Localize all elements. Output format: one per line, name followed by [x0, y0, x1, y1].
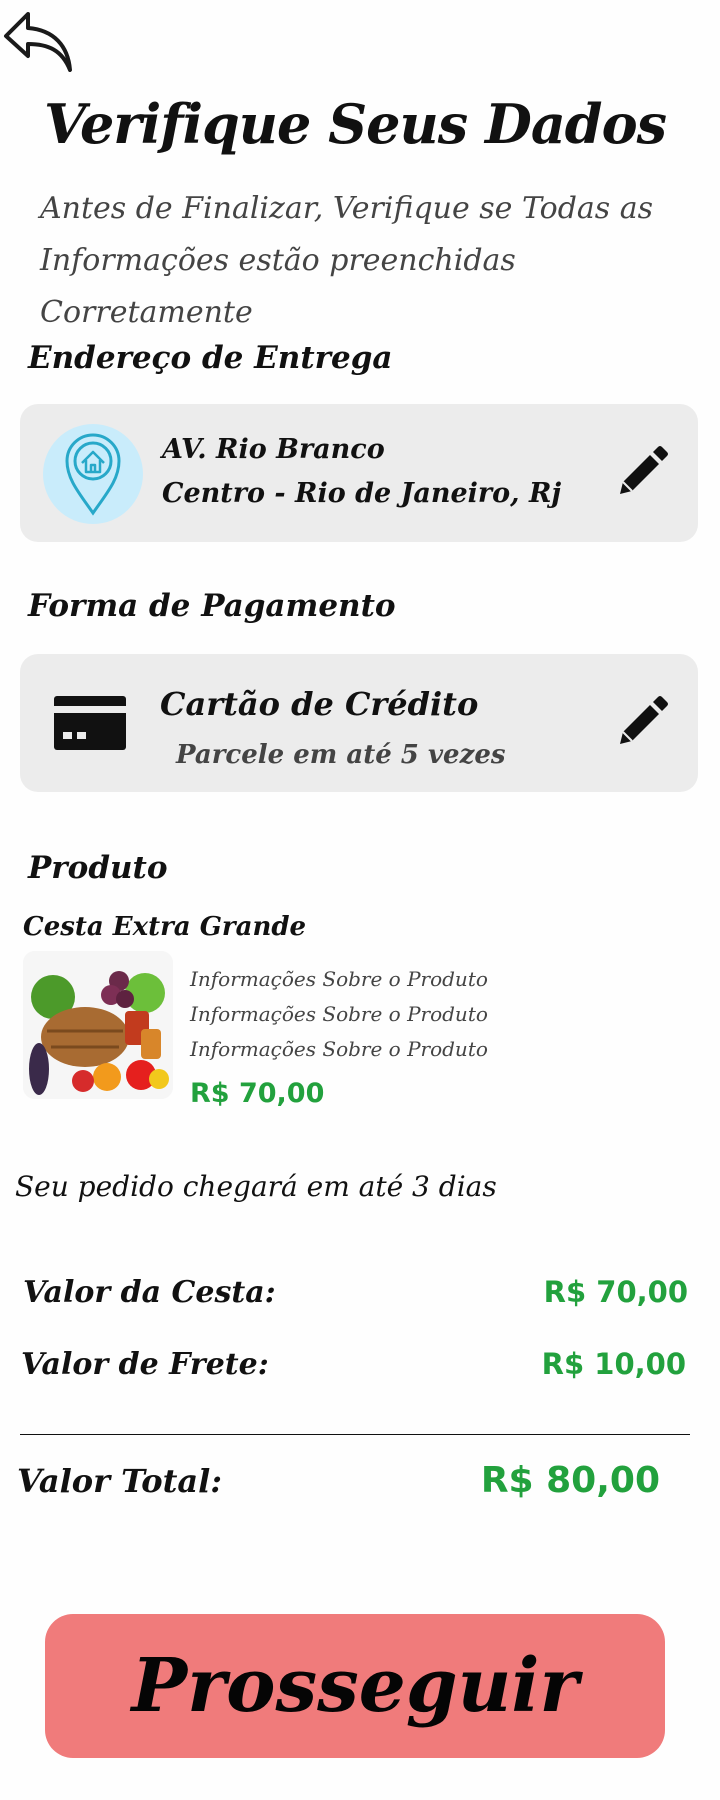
product-image	[23, 951, 173, 1099]
payment-section-title: Forma de Pagamento	[28, 588, 396, 624]
page-subtitle: Antes de Finalizar, Verifique se Todas a…	[40, 191, 653, 330]
product-price: R$ 70,00	[190, 1078, 325, 1109]
shipping-value: R$ 10,00	[541, 1347, 686, 1381]
address-line2: Centro - Rio de Janeiro, Rj	[162, 478, 562, 509]
product-section-title: Produto	[28, 850, 168, 886]
total-value: R$ 80,00	[480, 1460, 660, 1501]
edit-payment-pencil-icon[interactable]	[614, 694, 670, 750]
page-title: Verifique Seus Dados	[44, 92, 667, 156]
address-line1: AV. Rio Branco	[162, 434, 385, 465]
delivery-note: Seu pedido chegará em até 3 dias	[15, 1170, 497, 1203]
basket-value: R$ 70,00	[543, 1275, 688, 1309]
total-value-label: Valor Total:	[17, 1462, 223, 1500]
credit-card-icon	[54, 696, 126, 750]
location-pin-icon	[43, 424, 143, 524]
divider	[20, 1434, 690, 1435]
product-name: Cesta Extra Grande	[23, 912, 307, 942]
back-arrow-icon[interactable]	[2, 6, 80, 72]
edit-address-pencil-icon[interactable]	[614, 444, 670, 500]
proceed-button[interactable]: Prosseguir	[45, 1614, 665, 1758]
payment-installments: Parcele em até 5 vezes	[176, 740, 506, 770]
basket-value-label: Valor da Cesta:	[23, 1275, 276, 1310]
address-section-title: Endereço de Entrega	[28, 340, 393, 376]
proceed-button-label: Prosseguir	[131, 1643, 579, 1729]
product-description: Informações Sobre o Produto Informações …	[190, 967, 488, 1061]
payment-method: Cartão de Crédito	[160, 685, 479, 723]
shipping-value-label: Valor de Frete:	[21, 1347, 269, 1382]
